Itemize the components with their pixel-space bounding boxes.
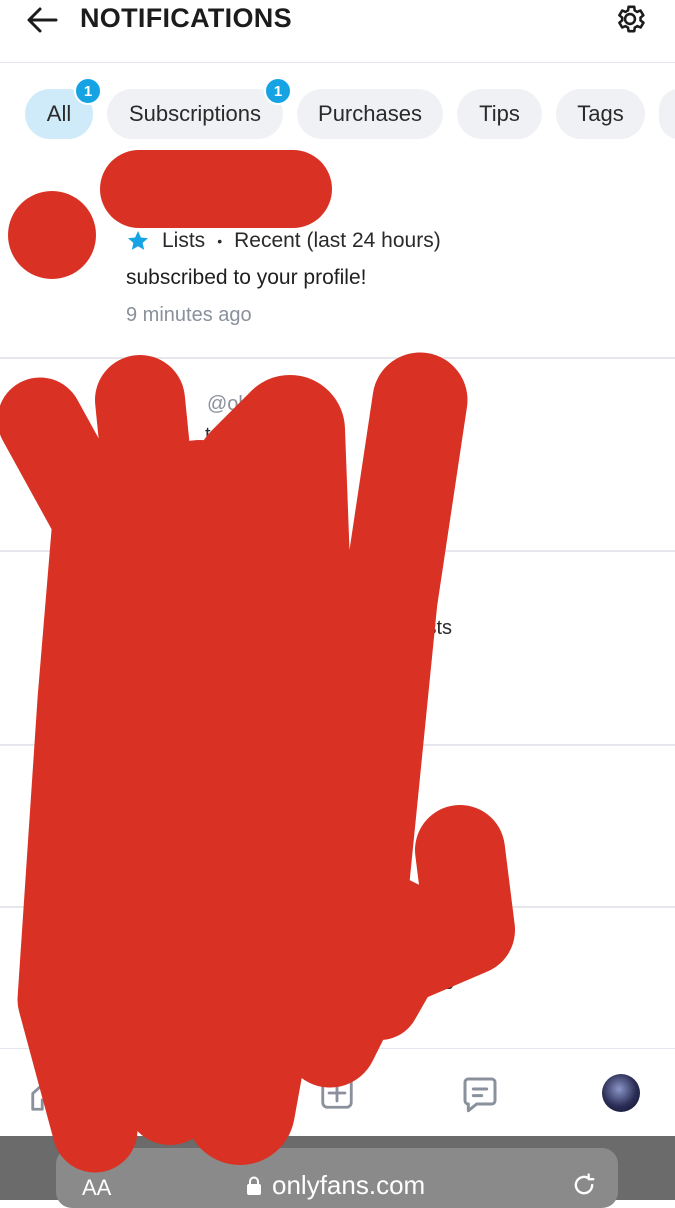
redaction-overlay [0,150,515,1173]
notification-list-info: Lists • Recent (last 24 hours) [126,229,441,253]
url-text: onlyfans.com [272,1170,426,1200]
notification-time: 9 minutes ago [126,304,252,326]
tab-all[interactable]: All 1 [25,77,102,139]
text-fragment: s [452,424,462,446]
tab-label: Tags [577,101,624,126]
tab-tags[interactable]: Tags [556,89,645,139]
tab-tips[interactable]: Tips [457,89,542,139]
top-header: NOTIFICATIONS [0,0,675,63]
tab-badge: 1 [264,77,292,105]
tab-overflow[interactable] [659,89,675,139]
profile-avatar[interactable] [602,1074,640,1112]
arrow-left-icon[interactable] [26,6,58,34]
lists-fragment: ists [422,617,452,639]
tab-purchases[interactable]: Purchases [297,89,443,139]
tab-subscriptions[interactable]: Subscriptions 1 [107,77,292,139]
text-size-button[interactable]: AA [82,1175,111,1201]
tab-label: Subscriptions [128,101,262,126]
notification-message: subscribed to your profile! [126,266,367,289]
tab-label: Purchases [318,101,422,126]
lists-fragment: sts [428,972,454,994]
reload-icon[interactable] [570,1171,598,1199]
star-icon [128,231,148,250]
divider [0,744,675,746]
divider [0,906,675,908]
add-post-icon[interactable] [318,1074,356,1112]
gear-icon[interactable] [613,2,647,36]
home-icon[interactable] [28,1076,66,1114]
tab-label: Tips [479,101,520,126]
divider [0,550,675,552]
divider [0,357,675,359]
text-fragment: to [205,424,222,446]
page-title: NOTIFICATIONS [80,3,292,33]
text-fragment: A [164,617,178,639]
lock-icon [247,1176,261,1195]
tab-badge: 1 [74,77,102,105]
separator: • [217,233,223,249]
handle-fragment: @ol [207,393,243,415]
tab-label: All [46,101,72,126]
list-period: Recent (last 24 hours) [234,229,441,252]
messages-icon[interactable] [460,1074,500,1114]
list-name: Lists [162,229,206,252]
